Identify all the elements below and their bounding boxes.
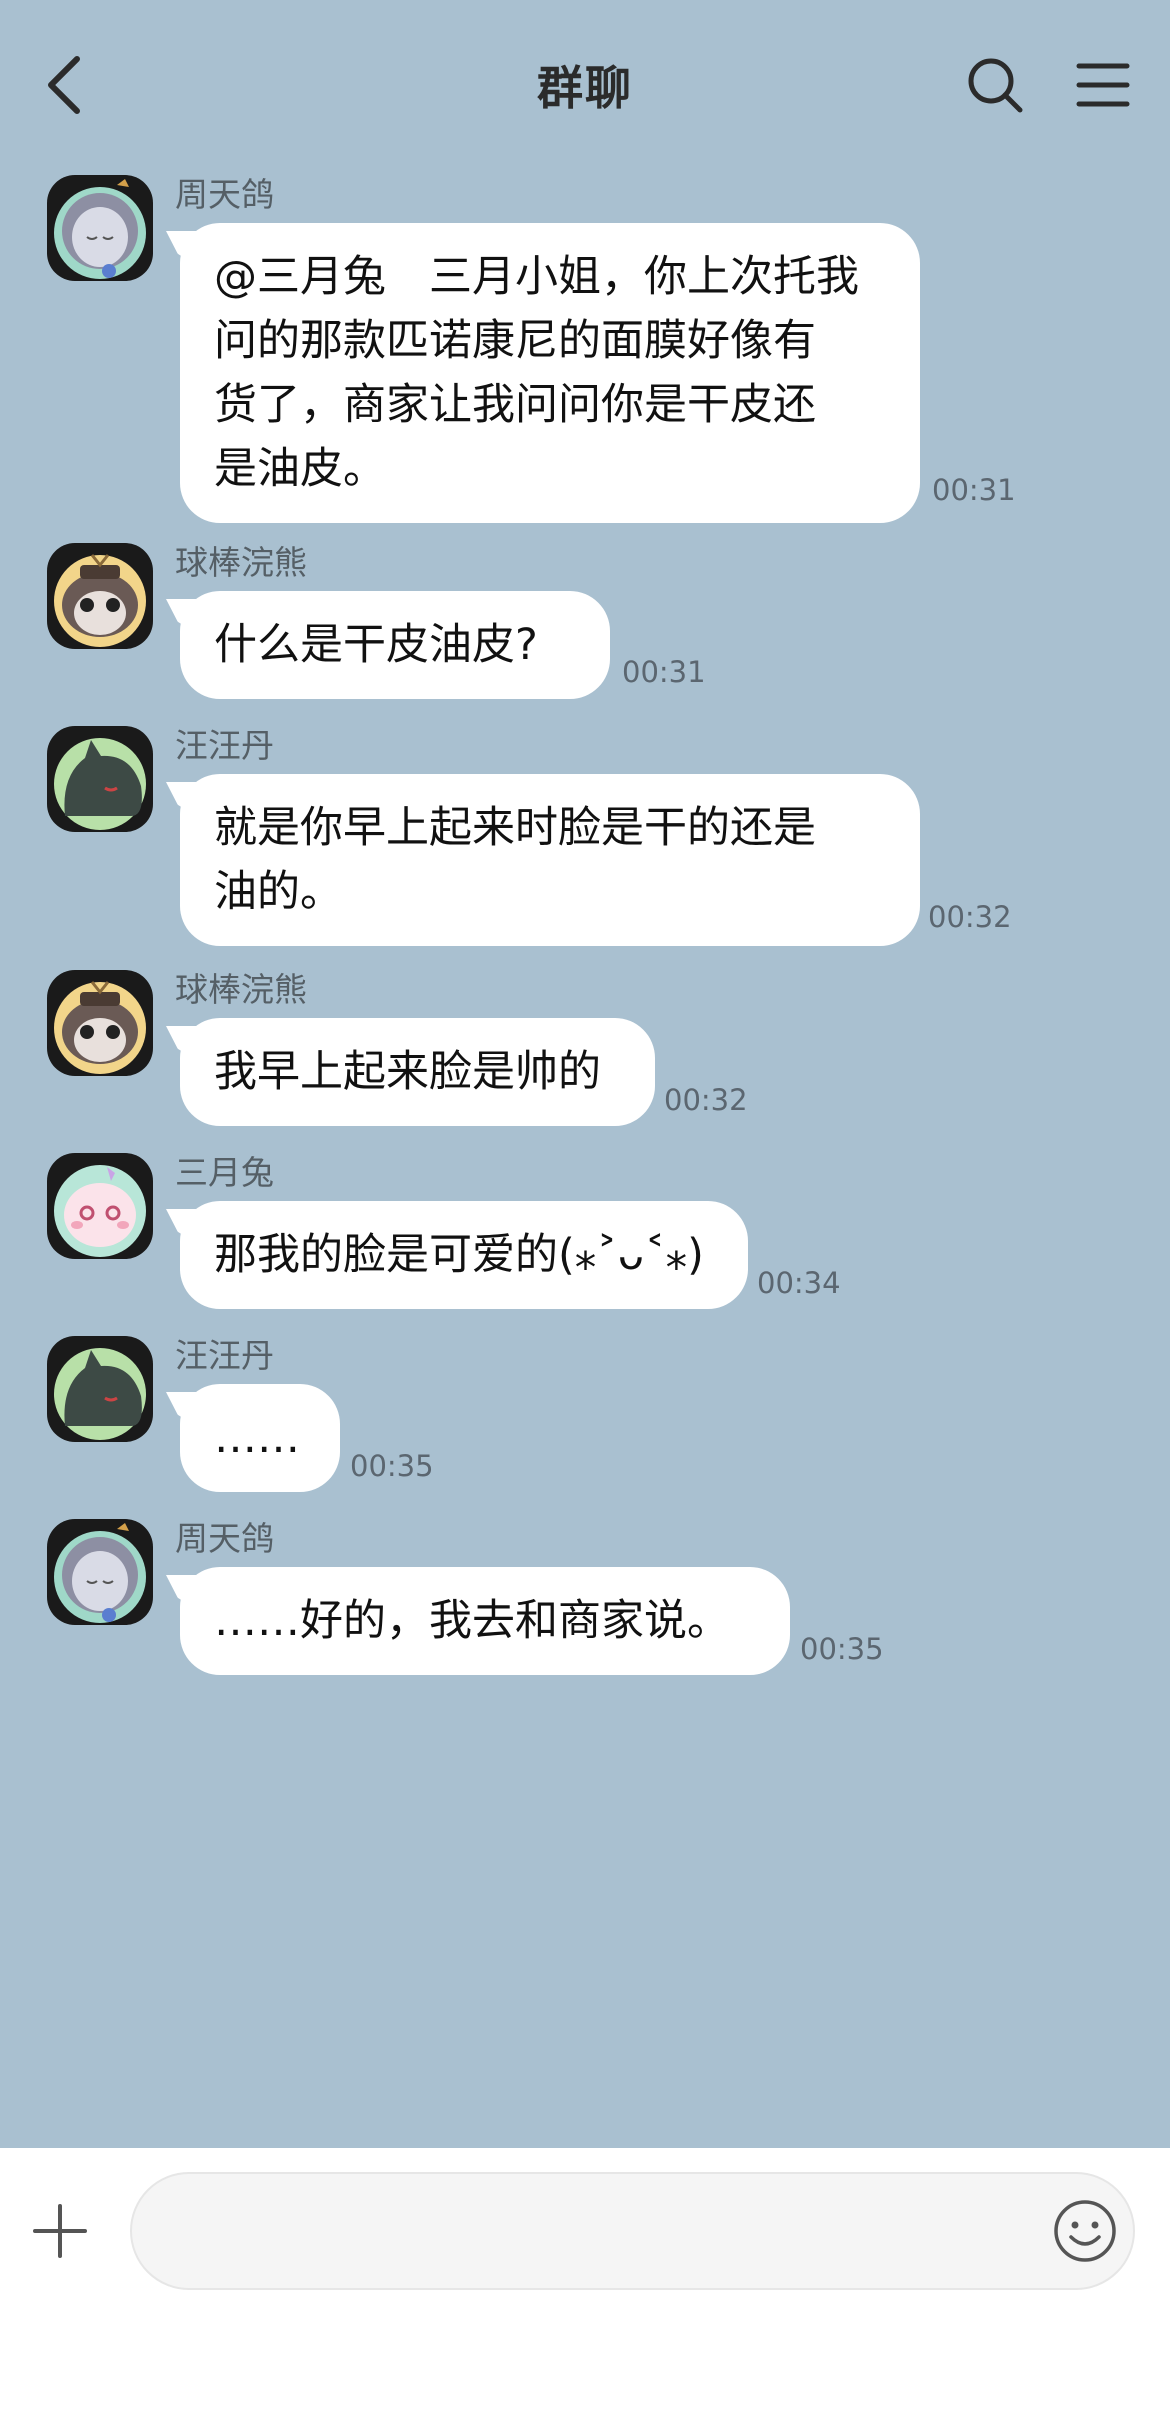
message-input[interactable]: [130, 2172, 1135, 2290]
message-text-line: @三月兔 三月小姐，你上次托我: [214, 252, 859, 302]
sender-name: 汪汪丹: [175, 1336, 274, 1375]
message-text-line: 什么是干皮油皮?: [214, 620, 538, 670]
sender-name: 三月兔: [175, 1153, 274, 1192]
sender-name: 周天鸽: [175, 1519, 274, 1558]
message-text-line: 问的那款匹诺康尼的面膜好像有: [214, 316, 816, 366]
sender-name: 周天鸽: [175, 175, 274, 214]
message-bubble[interactable]: 什么是干皮油皮?: [180, 591, 610, 699]
menu-button[interactable]: [1068, 50, 1138, 120]
avatar-raccoon[interactable]: [47, 970, 153, 1076]
message-bubble[interactable]: 我早上起来脸是帅的: [180, 1018, 655, 1126]
message-text-line: ……好的，我去和商家说。: [214, 1596, 730, 1646]
message-bubble[interactable]: 那我的脸是可爱的(⁎˃ᴗ˂⁎): [180, 1201, 748, 1309]
avatar-pink-bunny[interactable]: [47, 1153, 153, 1259]
message-bubble[interactable]: 就是你早上起来时脸是干的还是 油的。: [180, 774, 920, 946]
search-button[interactable]: [960, 50, 1030, 120]
search-icon: [968, 58, 1023, 113]
sender-name: 汪汪丹: [175, 726, 274, 765]
message-timestamp: 00:35: [350, 1449, 434, 1483]
message-timestamp: 00:32: [664, 1083, 748, 1117]
avatar-raccoon[interactable]: [47, 543, 153, 649]
avatar-dark-dragon[interactable]: [47, 726, 153, 832]
message-text-line: 就是你早上起来时脸是干的还是: [214, 803, 816, 853]
grey-hooded-figure-avatar: [47, 1519, 153, 1625]
avatar-grey-hooded-figure[interactable]: [47, 175, 153, 281]
message-bubble[interactable]: @三月兔 三月小姐，你上次托我 问的那款匹诺康尼的面膜好像有 货了，商家让我问问…: [180, 223, 920, 523]
message-timestamp: 00:31: [932, 473, 1016, 507]
sender-name: 球棒浣熊: [175, 970, 307, 1009]
avatar-dark-dragon[interactable]: [47, 1336, 153, 1442]
message-text-line: 我早上起来脸是帅的: [214, 1047, 601, 1097]
message-text-line: 那我的脸是可爱的(⁎˃ᴗ˂⁎): [214, 1230, 704, 1280]
plus-icon: [33, 2204, 87, 2258]
header: 群聊: [0, 0, 1170, 170]
message-text-line: 是油皮。: [214, 444, 386, 494]
message-text-line: 油的。: [214, 867, 343, 917]
hamburger-menu-icon: [1076, 63, 1130, 107]
smiley-face-icon: [1054, 2200, 1116, 2262]
raccoon-avatar: [47, 970, 153, 1076]
message-bubble[interactable]: ……好的，我去和商家说。: [180, 1567, 790, 1675]
message-bubble[interactable]: ……: [180, 1384, 340, 1492]
dark-dragon-avatar: [47, 1336, 153, 1442]
message-timestamp: 00:31: [622, 655, 706, 689]
input-bar: [0, 2148, 1170, 2417]
pink-bunny-avatar: [47, 1153, 153, 1259]
message-text-line: ……: [214, 1413, 300, 1463]
dark-dragon-avatar: [47, 726, 153, 832]
message-timestamp: 00:32: [928, 900, 1012, 934]
grey-hooded-figure-avatar: [47, 175, 153, 281]
emoji-button[interactable]: [1048, 2194, 1122, 2268]
chat-screen: 群聊 周天鸽 @三月兔 三月小姐，你上次托我 问的那款匹诺康尼的面膜好像有 货了…: [0, 0, 1170, 2148]
add-attachment-button[interactable]: [25, 2196, 95, 2266]
message-timestamp: 00:35: [800, 1632, 884, 1666]
message-text-line: 货了，商家让我问问你是干皮还: [214, 380, 816, 430]
avatar-grey-hooded-figure[interactable]: [47, 1519, 153, 1625]
raccoon-avatar: [47, 543, 153, 649]
sender-name: 球棒浣熊: [175, 543, 307, 582]
message-timestamp: 00:34: [757, 1266, 841, 1300]
